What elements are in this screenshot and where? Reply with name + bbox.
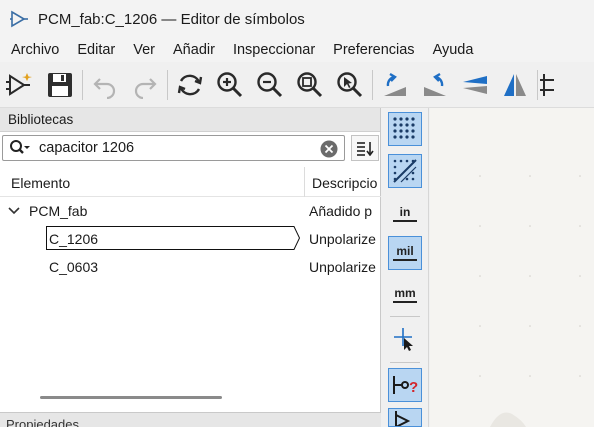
menu-bar: Archivo Editar Ver Añadir Inspeccionar P… bbox=[0, 38, 594, 62]
grid-overrides-button[interactable] bbox=[388, 154, 422, 188]
crosshair-cursor-icon bbox=[394, 328, 413, 351]
horizontal-scrollbar[interactable] bbox=[40, 396, 222, 399]
redo-icon bbox=[134, 77, 157, 99]
column-element[interactable]: Elemento bbox=[11, 175, 70, 191]
rotate-cw-button[interactable] bbox=[415, 65, 455, 105]
menu-inspeccionar[interactable]: Inspeccionar bbox=[224, 42, 324, 58]
zoom-selection-button[interactable] bbox=[330, 65, 370, 105]
search-input[interactable] bbox=[39, 140, 299, 156]
pin-type-icon: ? bbox=[393, 376, 418, 396]
rotate-cw-icon bbox=[424, 72, 446, 96]
search-icon bbox=[10, 140, 30, 154]
menu-archivo[interactable]: Archivo bbox=[0, 42, 68, 58]
title-bar: PCM_fab:C_1206 — Editor de símbolos bbox=[0, 0, 594, 38]
properties-label: Propiedades bbox=[6, 417, 79, 427]
zoom-fit-icon bbox=[297, 71, 323, 97]
left-toolbar-separator bbox=[390, 316, 420, 317]
chevron-down-icon bbox=[24, 146, 30, 149]
menu-anadir[interactable]: Añadir bbox=[164, 42, 224, 58]
menu-editar[interactable]: Editar bbox=[68, 42, 124, 58]
grid-dots-icon bbox=[393, 117, 415, 139]
pin-table-button[interactable] bbox=[540, 65, 554, 105]
pin-tool-icon bbox=[395, 411, 411, 426]
save-button[interactable] bbox=[40, 65, 80, 105]
symbol-description: Unpolarize bbox=[309, 259, 376, 275]
menu-ver[interactable]: Ver bbox=[124, 42, 164, 58]
cursor-crosshair-button[interactable] bbox=[388, 322, 422, 356]
grid-overlay-icon bbox=[393, 159, 417, 183]
unit-inch-label: in bbox=[393, 206, 417, 222]
undo-button[interactable] bbox=[85, 65, 125, 105]
redo-button[interactable] bbox=[125, 65, 165, 105]
pin-table-icon bbox=[540, 73, 554, 96]
library-description: Añadido p bbox=[309, 203, 373, 219]
tree-column-header: Elemento Descripcion bbox=[0, 167, 381, 197]
main-toolbar bbox=[0, 62, 594, 108]
toolbar-separator bbox=[82, 69, 83, 100]
zoom-out-icon bbox=[257, 71, 283, 97]
left-toolbar-separator bbox=[390, 362, 420, 363]
toolbar-separator bbox=[372, 69, 373, 100]
libraries-header: Bibliotecas bbox=[0, 108, 380, 132]
symbol-name: C_0603 bbox=[49, 259, 99, 275]
canvas-grid bbox=[479, 175, 581, 427]
column-description[interactable]: Descripcion bbox=[312, 175, 378, 191]
menu-preferencias[interactable]: Preferencias bbox=[324, 42, 423, 58]
show-pin-electrical-type-button[interactable]: ? bbox=[388, 368, 422, 402]
refresh-icon bbox=[177, 74, 203, 95]
save-icon bbox=[48, 72, 72, 97]
refresh-button[interactable] bbox=[170, 65, 210, 105]
zoom-in-icon bbox=[217, 71, 243, 97]
search-dropdown[interactable] bbox=[9, 139, 31, 157]
zoom-fit-button[interactable] bbox=[290, 65, 330, 105]
watermark-shape bbox=[490, 412, 526, 427]
symbol-description: Unpolarize bbox=[309, 231, 376, 247]
library-name: PCM_fab bbox=[29, 203, 88, 219]
clear-search-icon[interactable] bbox=[320, 140, 338, 158]
left-toolbar: in mil mm ? bbox=[382, 108, 429, 427]
column-divider[interactable] bbox=[304, 167, 305, 197]
properties-panel-header: Propiedades bbox=[0, 412, 381, 427]
unit-mil-button[interactable]: mil bbox=[388, 236, 422, 270]
symbol-name: C_1206 bbox=[49, 231, 99, 247]
unit-mm-label: mm bbox=[393, 287, 417, 303]
search-row bbox=[2, 134, 381, 162]
kicad-symbol-editor-icon bbox=[10, 10, 28, 28]
next-tool-button[interactable] bbox=[388, 408, 422, 427]
rotate-ccw-icon bbox=[384, 72, 406, 96]
mirror-horizontal-button[interactable] bbox=[495, 65, 535, 105]
sort-button[interactable] bbox=[351, 135, 379, 161]
toolbar-separator bbox=[537, 69, 538, 100]
chevron-down-icon[interactable] bbox=[8, 206, 20, 216]
toggle-grid-button[interactable] bbox=[388, 112, 422, 146]
unit-mm-button[interactable]: mm bbox=[388, 278, 422, 312]
undo-icon bbox=[93, 77, 116, 99]
window-title: PCM_fab:C_1206 — Editor de símbolos bbox=[38, 10, 305, 28]
menu-ayuda[interactable]: Ayuda bbox=[424, 42, 483, 58]
mirror-vertical-icon bbox=[463, 75, 487, 94]
unit-inch-button[interactable]: in bbox=[388, 197, 422, 231]
library-row-pcm-fab[interactable]: PCM_fab Añadido p bbox=[0, 197, 381, 225]
new-symbol-button[interactable] bbox=[0, 65, 40, 105]
zoom-selection-icon bbox=[337, 71, 363, 97]
zoom-out-button[interactable] bbox=[250, 65, 290, 105]
rotate-ccw-button[interactable] bbox=[375, 65, 415, 105]
toolbar-separator bbox=[167, 69, 168, 100]
library-search-field[interactable] bbox=[2, 135, 345, 161]
symbol-row-c-0603[interactable]: C_0603 Unpolarize bbox=[0, 253, 381, 281]
symbol-canvas[interactable] bbox=[430, 108, 594, 427]
new-symbol-icon bbox=[6, 72, 32, 96]
symbol-row-c-1206[interactable]: C_1206 Unpolarize bbox=[0, 225, 381, 253]
svg-text:?: ? bbox=[409, 379, 418, 396]
libraries-panel: Bibliotecas capacitor 1206 Elemento Desc… bbox=[0, 108, 381, 412]
sort-icon bbox=[357, 142, 374, 156]
mirror-vertical-button[interactable] bbox=[455, 65, 495, 105]
zoom-in-button[interactable] bbox=[210, 65, 250, 105]
mirror-horizontal-icon bbox=[504, 73, 526, 96]
unit-mil-label: mil bbox=[393, 245, 417, 261]
